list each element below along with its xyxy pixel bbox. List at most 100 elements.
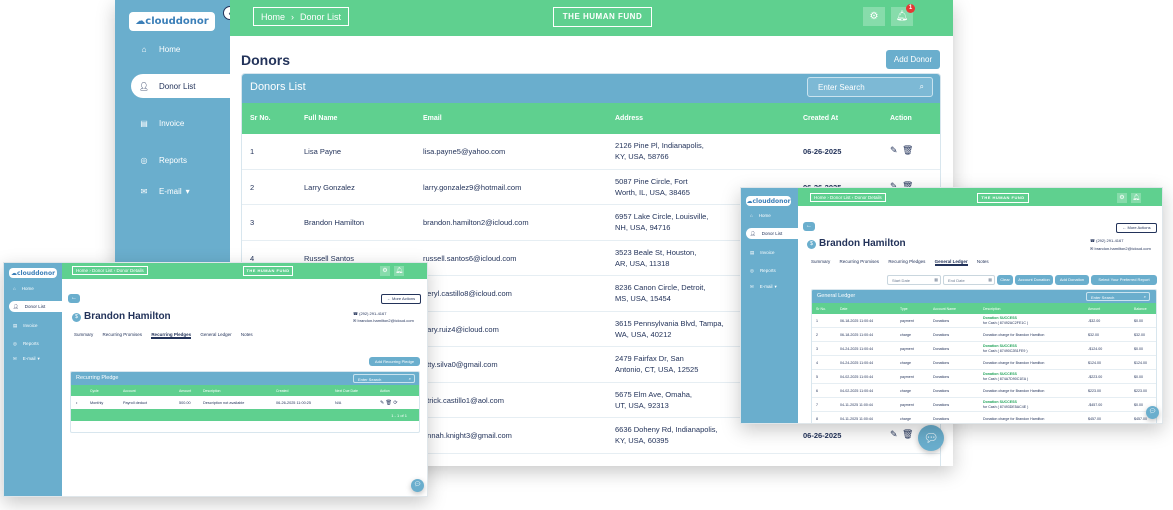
right-nav-donor-list[interactable]: 👤︎ Donor List xyxy=(746,228,798,239)
sidebar-item-invoice[interactable]: ▤ Invoice xyxy=(115,112,230,134)
ledger-date-cell: 06-18-2025 11:00:44 xyxy=(840,333,874,337)
left-chat-button[interactable]: 💬︎ xyxy=(411,479,424,492)
right-breadcrumb[interactable]: Home › Donor List › Donor Details xyxy=(810,193,886,202)
right-nav-home[interactable]: ⌂ Home xyxy=(741,210,798,221)
donor-search[interactable]: Enter Search ⌕ xyxy=(807,77,933,97)
start-date-input[interactable]: Start Date ▦ xyxy=(887,275,941,285)
trash-icon[interactable]: 🗑︎ xyxy=(902,429,913,440)
add-donation-button[interactable]: Add Donation xyxy=(1055,275,1089,285)
left-donor-name: Brandon Hamilton xyxy=(84,311,171,322)
tab-summary[interactable]: Summary xyxy=(811,259,830,264)
account-donation-button[interactable]: Account Donation xyxy=(1015,275,1053,285)
right-notifications-button[interactable]: 🔔︎ xyxy=(1131,193,1141,203)
email-icon: ✉ xyxy=(750,283,754,289)
left-logo[interactable]: ☁ clouddonor xyxy=(9,268,57,278)
tab-general-ledger[interactable]: General Ledger xyxy=(934,259,968,266)
ledger-row[interactable]: 4 04-24-2025 11:00:44 charge Donations Donat… xyxy=(812,356,1156,370)
fund-selector[interactable]: THE HUMAN FUND xyxy=(553,7,652,27)
left-breadcrumb[interactable]: Home › Donor List › Donor Details xyxy=(72,266,148,275)
search-icon: ⌕ xyxy=(919,82,924,91)
report-select[interactable]: Select Your Preferred Report xyxy=(1091,275,1157,285)
left-more-actions[interactable]: ← More Actions xyxy=(381,294,421,304)
right-nav-invoice[interactable]: ▤ Invoice xyxy=(741,247,798,258)
left-row-actions[interactable]: ✎ 🗑︎ ⟳ xyxy=(380,400,398,406)
ledger-row[interactable]: 2 06-18-2025 11:00:44 charge Donations Donat… xyxy=(812,328,1156,342)
ledger-row[interactable]: 5 04-02-2025 11:00:44 payment Donations Dona… xyxy=(812,370,1156,384)
left-nav-invoice[interactable]: ▤ Invoice xyxy=(4,320,62,331)
tab-recurring-pledges[interactable]: Recurring Pledges xyxy=(151,332,192,339)
ledger-amt-cell: -$124.00 xyxy=(1088,347,1103,351)
settings-button[interactable]: ⚙ xyxy=(863,7,885,26)
left-search-input[interactable]: Enter Search ⌕ xyxy=(353,374,415,383)
ledger-type-cell: payment xyxy=(900,403,914,407)
right-chat-button[interactable]: 💬︎ xyxy=(1146,406,1159,419)
calendar-icon: ▦ xyxy=(934,277,938,282)
search-input[interactable]: Enter Search xyxy=(818,83,865,92)
ledger-description-detail: for Cash ( 87492AC2FE1C ) xyxy=(983,321,1029,325)
left-col-2: Account xyxy=(123,389,136,393)
left-fund-selector[interactable]: THE HUMAN FUND xyxy=(243,266,293,276)
ledger-row[interactable]: 1 06-18-2025 11:00:44 payment Donations Dona… xyxy=(812,314,1156,328)
ledger-row[interactable]: 3 04-24-2025 11:00:44 payment Donations Dona… xyxy=(812,342,1156,356)
ledger-sr-cell: 1 xyxy=(816,319,818,323)
tab-notes[interactable]: Notes xyxy=(977,259,989,264)
donor-list-header: Donors List Enter Search ⌕ xyxy=(242,74,940,103)
edit-icon[interactable]: ✎ xyxy=(890,145,898,156)
sidebar-item-email[interactable]: ✉ E-mail ▾ xyxy=(115,180,230,202)
right-donor-email: ✉ brandon.hamilton2@icloud.com xyxy=(1090,246,1151,251)
tab-notes[interactable]: Notes xyxy=(241,332,253,337)
ledger-col-5: Amount xyxy=(1088,307,1101,311)
right-nav-email[interactable]: ✉ E-mail ▾ xyxy=(741,281,798,292)
left-col-1: Cycle xyxy=(90,389,99,393)
trash-icon[interactable]: 🗑︎ xyxy=(902,145,913,156)
add-donor-button[interactable]: Add Donor xyxy=(886,50,940,69)
ledger-date-cell: 04-24-2025 11:00:44 xyxy=(840,361,874,365)
ledger-description: Donation SUCCESS xyxy=(983,344,1017,348)
end-date-input[interactable]: End Date ▦ xyxy=(943,275,995,285)
tab-recurring-promises[interactable]: Recurring Promises xyxy=(840,259,880,264)
ledger-date-cell: 04-24-2025 11:00:44 xyxy=(840,347,874,351)
right-fund-selector[interactable]: THE HUMAN FUND xyxy=(977,193,1029,203)
ledger-amt-cell: -$457.00 xyxy=(1088,403,1103,407)
ledger-row[interactable]: 7 04-11-2025 11:00:44 payment Donations Dona… xyxy=(812,398,1156,412)
tab-recurring-pledges[interactable]: Recurring Pledges xyxy=(888,259,925,264)
chat-button[interactable]: 💬︎ xyxy=(918,425,944,451)
home-icon: ⌂ xyxy=(750,213,753,218)
phone-icon: ☎ xyxy=(353,311,358,316)
ledger-row[interactable]: 8 04-11-2025 11:00:44 charge Donations Donat… xyxy=(812,412,1156,423)
ledger-bal-cell: $0.00 xyxy=(1134,319,1143,323)
table-row[interactable]: 1 Lisa Payne lisa.payne5@yahoo.com 2126 Pin… xyxy=(242,134,940,170)
left-settings-button[interactable]: ⚙ xyxy=(380,266,390,276)
left-nav-donor-list[interactable]: 👤︎ Donor List xyxy=(9,301,62,312)
left-back-button[interactable]: ← xyxy=(68,294,80,303)
clear-button[interactable]: Clear xyxy=(997,275,1013,285)
main-logo[interactable]: ☁ clouddonor xyxy=(129,12,215,31)
address-line-1: 5675 Elm Ave, Omaha, xyxy=(615,389,692,399)
ledger-col-0: Sr No. xyxy=(816,307,826,311)
right-logo[interactable]: ☁ clouddonor xyxy=(746,196,791,206)
ledger-acct-cell: Donations xyxy=(933,361,950,365)
sidebar-item-donor-list[interactable]: 👤︎ Donor List xyxy=(131,74,230,98)
tab-general-ledger[interactable]: General Ledger xyxy=(200,332,231,337)
ledger-description-detail: for Cash ( 87490C2B1FE9 ) xyxy=(983,349,1028,353)
tab-summary[interactable]: Summary xyxy=(74,332,93,337)
right-back-button[interactable]: ← xyxy=(803,222,815,231)
left-notifications-button[interactable]: 🔔︎ xyxy=(394,266,404,276)
add-recurring-pledge-button[interactable]: Add Recurring Pledge xyxy=(369,357,420,366)
left-nav-home[interactable]: ⌂ Home xyxy=(4,283,62,294)
ledger-acct-cell: Donations xyxy=(933,403,950,407)
right-nav-reports[interactable]: ◎ Reports xyxy=(741,265,798,276)
edit-icon[interactable]: ✎ xyxy=(890,429,898,440)
right-more-actions[interactable]: ← More Actions xyxy=(1116,223,1157,233)
left-nav-reports[interactable]: ◎ Reports xyxy=(4,338,62,349)
left-nav-email[interactable]: ✉ E-mail ▾ xyxy=(4,353,62,364)
right-settings-button[interactable]: ⚙ xyxy=(1117,193,1127,203)
right-search-input[interactable]: Enter Search ⌕ xyxy=(1086,292,1150,301)
tab-recurring-promises[interactable]: Recurring Promises xyxy=(103,332,143,337)
ledger-bal-cell: $457.00 xyxy=(1134,417,1147,421)
ledger-type-cell: charge xyxy=(900,361,911,365)
sidebar-item-home[interactable]: ⌂ Home xyxy=(115,38,230,60)
address-line-2: Antonio, CT, USA, 12525 xyxy=(615,365,699,374)
ledger-row[interactable]: 6 04-02-2025 11:00:44 charge Donations Donat… xyxy=(812,384,1156,398)
sidebar-item-reports[interactable]: ◎ Reports xyxy=(115,149,230,171)
